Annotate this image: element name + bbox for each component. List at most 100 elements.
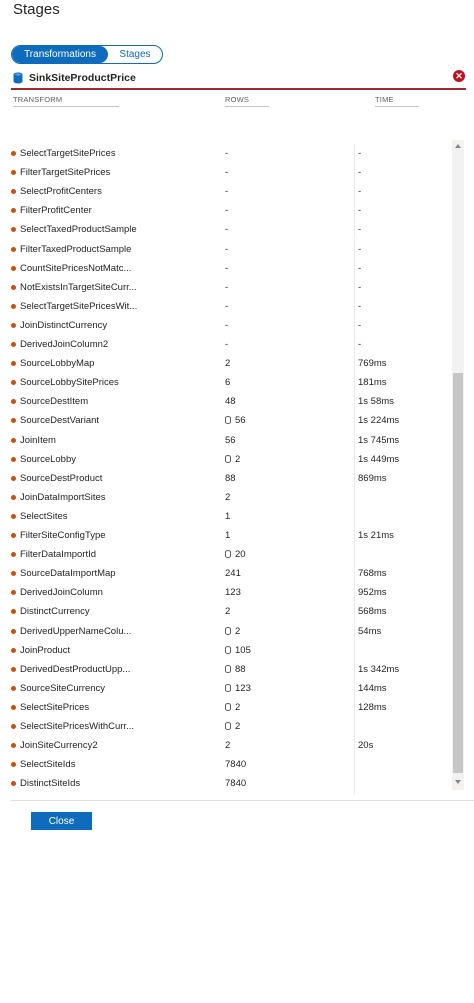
duration: 952ms [358,587,387,599]
table-row[interactable]: SourceDestProduct 88 869ms [0,468,452,488]
footer-divider [11,800,474,801]
table-row[interactable]: SourceLobbyMap 2 769ms [0,354,452,374]
row-count: 48 [225,396,236,407]
table-row[interactable]: SelectSiteIds 7840 [0,755,452,775]
table-row[interactable]: SelectSitePrices 2 128ms [0,697,452,717]
row-count: 1 [225,530,230,541]
scrollbar[interactable] [452,140,464,790]
table-row[interactable]: SelectSites 1 [0,506,452,526]
status-dot-icon [11,609,16,615]
transform-name: SelectSitePrices [20,701,90,713]
duration: 869ms [358,472,387,484]
row-count: 105 [225,645,251,656]
table-row[interactable]: SourceLobby 2 1s 449ms [0,449,452,469]
duration: - [358,243,362,255]
table-row[interactable]: DistinctCurrency 2 568ms [0,602,452,622]
transform-name: SourceDataImportMap [20,568,116,580]
row-count-value: - [225,224,229,236]
row-count: - [225,282,228,293]
row-count-value: 88 [235,663,246,675]
column-separator [354,220,355,240]
scroll-down-arrow-icon[interactable] [455,780,461,784]
scroll-up-arrow-icon[interactable] [455,144,461,148]
transform-table: SelectTargetSitePrices - - FilterTargetSite… [0,140,452,795]
table-row[interactable]: JoinItem 56 1s 745ms [0,430,452,450]
table-row[interactable]: SourceDestVariant 56 1s 224ms [0,411,452,431]
transform-name: DistinctCurrency [20,606,90,618]
row-count: 123 [225,587,241,598]
table-row[interactable]: FilterSiteConfigType 1 1s 21ms [0,526,452,545]
transform-name: NotExistsInTargetSiteCurr... [20,281,137,293]
status-dot-icon [11,322,16,328]
table-row[interactable]: SourceSiteCurrency 123 144ms [0,678,452,698]
table-row[interactable]: DerivedJoinColumn 123 952ms [0,583,452,603]
row-count-value: - [225,262,229,274]
column-separator [354,468,355,488]
row-count-value: - [225,281,229,293]
row-count: - [225,205,228,216]
transform-name: FilterTargetSitePrices [20,167,111,179]
column-separator [354,449,355,469]
table-row[interactable]: DistinctSiteIds 7840 [0,774,452,794]
table-row[interactable]: SourceLobbySitePrices 6 181ms [0,373,452,393]
table-row[interactable]: JoinDistinctCurrency - - [0,315,452,335]
table-row[interactable]: CountSitePricesNotMatc... - - [0,258,452,278]
row-count: 88 [225,473,236,484]
table-row[interactable]: JoinSiteCurrency2 2 20s [0,736,452,756]
tab-transformations[interactable]: Transformations [12,46,108,63]
column-underline [225,106,269,107]
table-row[interactable]: SelectProfitCenters - - [0,182,452,202]
row-count: 123 [225,683,251,694]
table-row[interactable]: SelectTaxedProductSample - - [0,220,452,240]
table-row[interactable]: DerivedDestProductUpp... 88 1s 342ms [0,659,452,679]
table-row[interactable]: FilterProfitCenter - - [0,201,452,221]
table-row[interactable]: FilterTaxedProductSample - - [0,239,452,259]
table-row[interactable]: SelectTargetSitePrices - - [0,144,452,163]
row-count-value: 7840 [225,778,247,790]
transform-name: DerivedJoinColumn [20,587,103,599]
duration: 1s 224ms [358,415,400,427]
close-button[interactable]: Close [31,812,92,830]
row-count-value: 123 [225,587,241,599]
table-row[interactable]: SourceDestSite784026s [0,793,452,795]
transform-name: SelectTaxedProductSample [20,224,137,236]
column-separator [354,506,355,526]
row-count-value: 56 [225,434,236,446]
table-row[interactable]: JoinProduct 105 [0,640,452,660]
table-row[interactable]: SourceDestItem 48 1s 58ms [0,392,452,412]
row-count-value: - [225,186,229,198]
error-close-icon[interactable]: ✕ [453,70,465,82]
column-header-rows-label: ROWS [225,95,250,104]
status-dot-icon [11,475,16,481]
table-row[interactable]: SelectTargetSitePricesWit... - - [0,296,452,316]
status-dot-icon [11,590,16,596]
table-row[interactable]: DerivedUpperNameColu... 2 54ms [0,621,452,641]
table-row[interactable]: JoinDataImportSites 2 [0,487,452,507]
row-count: 2 [225,721,240,732]
status-dot-icon [11,303,16,309]
status-dot-icon [11,418,16,424]
status-dot-icon [11,361,16,367]
table-row[interactable]: DerivedJoinColumn2 - - [0,335,452,354]
scrollbar-thumb[interactable] [453,373,463,773]
row-count: 7840 [225,759,246,770]
row-count: 88 [225,664,246,675]
column-separator [354,239,355,259]
database-icon [225,550,231,559]
table-row[interactable]: SourceDataImportMap 241 768ms [0,564,452,584]
status-dot-icon [11,380,16,386]
status-dot-icon [11,151,16,156]
row-count-value: 2 [235,701,241,713]
column-separator [354,697,355,717]
row-count-value: 88 [225,472,236,484]
column-separator [354,335,355,354]
status-dot-icon [11,170,16,176]
transform-name: SourceDestItem [20,396,89,408]
table-row[interactable]: FilterDataImportId 20 [0,545,452,565]
table-row[interactable]: NotExistsInTargetSiteCurr... - - [0,277,452,297]
status-dot-icon [11,189,16,195]
table-row[interactable]: FilterTargetSitePrices - - [0,163,452,183]
table-row[interactable]: SelectSitePricesWithCurr... 2 [0,717,452,736]
row-count: 56 [225,435,236,446]
tab-stages[interactable]: Stages [108,46,162,63]
